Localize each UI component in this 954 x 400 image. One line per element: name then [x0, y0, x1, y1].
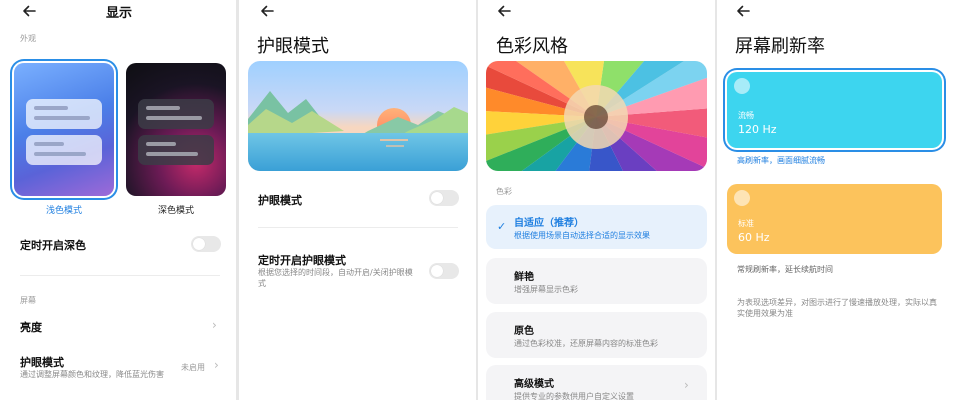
- rate-description: 高刷新率，画面细腻流畅: [737, 156, 825, 165]
- scheduled-dark-toggle[interactable]: [191, 236, 221, 252]
- option-title: 自适应（推荐）: [514, 218, 584, 229]
- rate-name: 标准: [738, 219, 754, 228]
- page-title: 屏幕刷新率: [735, 36, 825, 57]
- schedule-eye-care-toggle[interactable]: [429, 263, 459, 279]
- divider: [258, 227, 458, 228]
- preview-widget: [138, 99, 214, 129]
- chevron-right-icon: ›: [212, 318, 217, 332]
- eye-care-toggle-label: 护眼模式: [258, 194, 302, 207]
- dark-mode-preview-card[interactable]: [126, 63, 226, 196]
- option-description: 增强屏幕显示色彩: [514, 285, 578, 294]
- schedule-eye-care-label: 定时开启护眼模式: [258, 254, 346, 267]
- page-title: 护眼模式: [257, 36, 329, 57]
- rate-value: 60 Hz: [738, 231, 770, 244]
- scheduled-dark-label: 定时开启深色: [20, 239, 86, 252]
- page-title: 显示: [106, 6, 133, 21]
- rate-value: 120 Hz: [738, 123, 777, 136]
- preview-widget: [26, 135, 102, 165]
- brightness-item[interactable]: 亮度: [20, 319, 42, 335]
- rate-description: 常规刷新率，延长续航时间: [737, 265, 833, 274]
- back-arrow-icon[interactable]: [258, 2, 276, 20]
- option-description: 根据使用场景自动选择合适的显示效果: [514, 231, 650, 240]
- option-title: 高级模式: [514, 379, 554, 390]
- eye-care-item[interactable]: 护眼模式: [20, 354, 64, 370]
- preview-widget: [26, 99, 102, 129]
- eye-care-illustration: [248, 61, 468, 171]
- animation-ball: [734, 78, 750, 94]
- color-option-original[interactable]: 原色 通过色彩校准，还原屏幕内容的标准色彩: [486, 312, 707, 358]
- dark-mode-label[interactable]: 深色模式: [126, 203, 226, 216]
- preview-widget: [138, 135, 214, 165]
- refresh-option-60hz[interactable]: 标准 60 Hz: [727, 184, 942, 254]
- schedule-eye-care-description: 根据您选择的时间段，自动开启/关闭护眼模式: [258, 268, 413, 288]
- divider: [20, 275, 220, 276]
- color-pencils-illustration: [486, 61, 707, 171]
- refresh-rate-panel: 屏幕刷新率 流畅 120 Hz 高刷新率，画面细腻流畅 标准 60 Hz 常规刷…: [717, 0, 954, 400]
- color-option-vivid[interactable]: 鲜艳 增强屏幕显示色彩: [486, 258, 707, 304]
- eye-care-toggle[interactable]: [429, 190, 459, 206]
- display-settings-panel: 显示 外观 浅色模式 深色模式 定时开启深色 屏幕 亮度 › 护眼模式 通过调整…: [0, 0, 236, 400]
- section-header-screen: 屏幕: [20, 296, 36, 305]
- section-header-appearance: 外观: [20, 34, 36, 43]
- refresh-footnote: 为表现选项差异，对图示进行了慢速播放处理，实际以真实使用效果为准: [737, 298, 937, 318]
- color-option-adaptive[interactable]: ✓ 自适应（推荐） 根据使用场景自动选择合适的显示效果: [486, 205, 707, 249]
- chevron-right-icon: ›: [684, 378, 689, 392]
- option-description: 提供专业的参数供用户自定义设置: [514, 392, 634, 400]
- eye-care-panel: 护眼模式 护眼模式 定时开启护眼模式 根据您选择的时间段，自动开启/关闭护眼模式: [239, 0, 476, 400]
- light-mode-label[interactable]: 浅色模式: [14, 203, 114, 216]
- page-title: 色彩风格: [496, 36, 568, 57]
- section-header-color: 色彩: [496, 187, 512, 196]
- checkmark-icon: ✓: [497, 220, 507, 233]
- refresh-option-120hz[interactable]: 流畅 120 Hz: [727, 72, 942, 148]
- chevron-right-icon: ›: [214, 358, 219, 372]
- animation-ball: [734, 190, 750, 206]
- eye-care-description: 通过调整屏幕颜色和纹理，降低蓝光伤害: [20, 370, 164, 379]
- option-title: 原色: [514, 326, 534, 337]
- option-title: 鲜艳: [514, 272, 534, 283]
- rate-name: 流畅: [738, 111, 754, 120]
- light-mode-preview-card[interactable]: [14, 63, 114, 196]
- color-style-panel: 色彩风格 色彩 ✓ 自适应（推荐） 根据使用场景自动选择合适的显示效果 鲜艳 增…: [478, 0, 715, 400]
- option-description: 通过色彩校准，还原屏幕内容的标准色彩: [514, 339, 658, 348]
- eye-care-status: 未启用: [181, 363, 205, 372]
- color-option-advanced[interactable]: 高级模式 提供专业的参数供用户自定义设置 ›: [486, 365, 707, 400]
- back-arrow-icon[interactable]: [495, 2, 513, 20]
- back-arrow-icon[interactable]: [734, 2, 752, 20]
- back-arrow-icon[interactable]: [20, 2, 38, 20]
